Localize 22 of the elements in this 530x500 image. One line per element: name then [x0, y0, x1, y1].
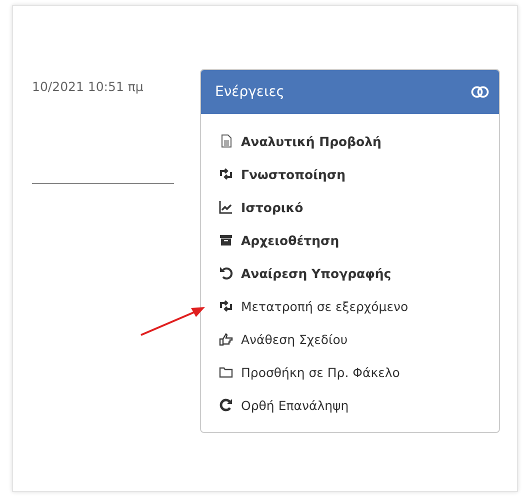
menu-item[interactable]: Αναίρεση Υπογραφής: [219, 263, 499, 283]
menu-item[interactable]: Ορθή Επανάληψη: [219, 395, 499, 415]
pointing-hand-icon: [219, 332, 233, 346]
menu-item[interactable]: Μετατροπή σε εξερχόμενο: [219, 296, 499, 316]
folder-icon: [219, 365, 233, 379]
line-chart-icon: [219, 200, 233, 214]
menu-item[interactable]: Ανάθεση Σχεδίου: [219, 329, 499, 349]
retweet-icon: [219, 299, 233, 313]
menu-item[interactable]: Γνωστοποίηση: [219, 164, 499, 184]
toggle-icon[interactable]: [471, 86, 489, 98]
panel-title: Ενέργειες: [215, 84, 284, 100]
menu-item[interactable]: Αναλυτική Προβολή: [219, 131, 499, 151]
pointer-arrow: [140, 307, 205, 336]
retweet-icon: [219, 167, 233, 181]
menu-item[interactable]: Ιστορικό: [219, 197, 499, 217]
document-icon: [219, 134, 233, 148]
undo-icon: [219, 266, 233, 280]
archive-box-icon: [219, 233, 233, 247]
timestamp-text: 10/2021 10:51 πμ: [32, 79, 144, 94]
menu-item[interactable]: Αρχειοθέτηση: [219, 230, 499, 250]
redo-icon: [219, 398, 233, 412]
menu-item[interactable]: Προσθήκη σε Πρ. Φάκελο: [219, 362, 499, 382]
